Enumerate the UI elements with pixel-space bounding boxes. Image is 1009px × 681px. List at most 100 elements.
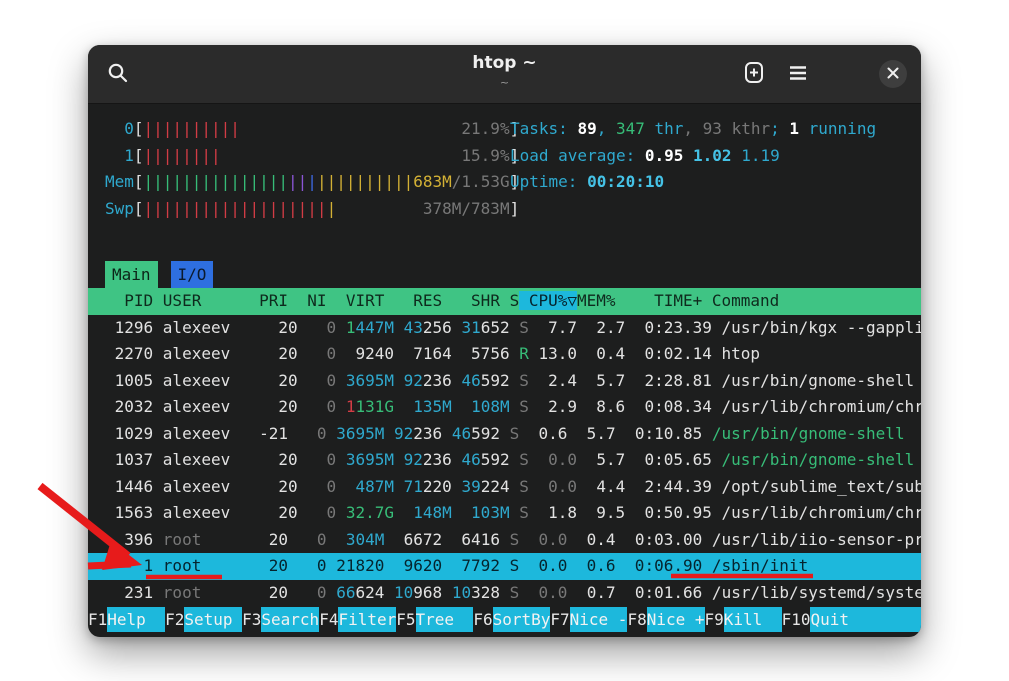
meter-label: 0 — [105, 116, 134, 143]
text-segment: 1 root 20 0 21820 9620 7792 S 0.0 0.6 0:… — [105, 556, 808, 575]
text-segment: S — [510, 318, 529, 337]
process-row-1296[interactable]: 1296 alexeev 20 0 1447M 43256 31652 S 7.… — [88, 315, 921, 342]
close-button[interactable] — [879, 60, 907, 88]
text-segment: 592 — [481, 371, 510, 390]
text-segment: 256 — [423, 318, 452, 337]
text-segment — [394, 450, 404, 469]
fnkey-F1-label[interactable]: Help — [107, 607, 165, 632]
tab-io[interactable]: I/O — [171, 261, 214, 288]
text-segment — [327, 583, 337, 602]
text-segment: 46 — [461, 371, 480, 390]
text-segment: 2.9 8.6 0:08.34 /usr/lib/chromium/chromi — [529, 397, 921, 416]
search-button[interactable] — [104, 60, 132, 88]
text-segment: 1037 alexeev 20 — [105, 450, 298, 469]
meter-bars: ||||||||||||||||||| — [144, 199, 327, 218]
text-segment: Tasks: — [510, 119, 577, 138]
fnkey-F2: F2 — [165, 607, 184, 632]
process-row-1005[interactable]: 1005 alexeev 20 0 3695M 92236 46592 S 2.… — [88, 368, 921, 395]
tab-main[interactable]: Main — [105, 261, 158, 288]
text-segment — [384, 424, 394, 443]
text-segment: 0 — [298, 371, 337, 390]
meter-bars: || — [288, 172, 307, 191]
text-segment: 0.6 5.7 0:10.85 — [519, 424, 702, 443]
text-segment: 592 — [481, 450, 510, 469]
fnkey-F6-label[interactable]: SortBy — [493, 607, 551, 632]
text-segment: S — [500, 530, 519, 549]
text-segment: S — [510, 397, 529, 416]
fnkey-F1: F1 — [88, 607, 107, 632]
new-tab-button[interactable] — [739, 59, 769, 89]
text-segment: S — [510, 477, 529, 496]
summary-line: Tasks: 89, 347 thr, 93 kthr; 1 running — [510, 116, 876, 143]
text-segment: 21.9% — [461, 119, 509, 138]
text-segment: 378M/783M — [423, 199, 510, 218]
text-segment: 1029 alexeev -21 — [105, 424, 288, 443]
text-segment — [394, 371, 404, 390]
process-row-231[interactable]: 231 root 20 0 66624 10968 10328 S 0.0 0.… — [88, 580, 921, 607]
meter-bars: |||||||| — [144, 146, 221, 165]
fnkey-F3: F3 — [242, 607, 261, 632]
meter-label: Swp — [105, 196, 134, 223]
function-key-bar: F1HelpF2SetupF3SearchF4FilterF5TreeF6Sor… — [88, 607, 921, 632]
fnkey-F2-label[interactable]: Setup — [184, 607, 242, 632]
process-row-2032[interactable]: 2032 alexeev 20 0 1131G 135M 108M S 2.9 … — [88, 394, 921, 421]
text-segment — [452, 318, 462, 337]
process-row-1029[interactable]: 1029 alexeev -21 0 3695M 92236 46592 S 0… — [88, 421, 921, 448]
text-segment: 1563 alexeev 20 — [105, 503, 298, 522]
fnkey-F9-label[interactable]: Kill — [724, 607, 782, 632]
hamburger-icon — [788, 65, 808, 84]
process-row-2270[interactable]: 2270 alexeev 20 0 9240 7164 5756 R 13.0 … — [88, 341, 921, 368]
text-segment: 46 — [461, 450, 480, 469]
text-segment: 0.95 — [645, 146, 684, 165]
fnkey-F9: F9 — [705, 607, 724, 632]
process-row-1[interactable]: 1 root 20 0 21820 9620 7792 S 0.0 0.6 0:… — [88, 553, 921, 580]
text-segment: 0 — [298, 503, 337, 522]
text-segment: 3695M — [336, 371, 394, 390]
text-segment: 224 — [481, 477, 510, 496]
fnkey-F4-label[interactable]: Filter — [338, 607, 396, 632]
text-segment: 3695M — [327, 424, 385, 443]
text-segment: R — [519, 344, 529, 363]
meter-bars: | — [327, 199, 337, 218]
meter-swp: Swp[||||||||||||||||||||378M/783M] — [88, 196, 921, 223]
text-segment: 624 — [355, 583, 384, 602]
fnkey-F5-label[interactable]: Tree — [416, 607, 474, 632]
text-segment: 396 — [105, 530, 163, 549]
text-segment — [394, 318, 404, 337]
text-segment: 00:20:10 — [587, 172, 664, 191]
fnkey-F10-label[interactable]: Quit — [810, 607, 921, 632]
text-segment: root — [163, 530, 202, 549]
fnkey-F3-label[interactable]: Search — [261, 607, 319, 632]
process-table-header[interactable]: PID USER PRI NI VIRT RES SHR S CPU%▽MEM%… — [88, 288, 921, 315]
text-segment: Load average: — [510, 146, 645, 165]
text-segment: 89 — [577, 119, 596, 138]
text-segment: /usr/bin/gnome-shell — [712, 450, 914, 469]
text-segment: 0 — [298, 344, 337, 363]
text-segment: 236 — [423, 371, 452, 390]
process-row-396[interactable]: 396 root 20 0 304M 6672 6416 S 0.0 0.4 0… — [88, 527, 921, 554]
text-segment: 1 — [789, 119, 799, 138]
process-row-1037[interactable]: 1037 alexeev 20 0 3695M 92236 46592 S 0.… — [88, 447, 921, 474]
fnkey-F7-label[interactable]: Nice - — [570, 607, 628, 632]
meter-label: Mem — [105, 169, 134, 196]
meter-bars: |||||||||| — [317, 172, 413, 191]
text-segment: 13.0 0.4 0:02.14 htop — [529, 344, 760, 363]
text-segment: 0.7 0:01.66 /usr/lib/systemd/systemd — [567, 583, 921, 602]
process-table: 1296 alexeev 20 0 1447M 43256 31652 S 7.… — [88, 315, 921, 607]
text-segment: 304M — [327, 530, 385, 549]
text-segment: 92 — [404, 450, 423, 469]
process-row-1446[interactable]: 1446 alexeev 20 0 487M 71220 39224 S 0.0… — [88, 474, 921, 501]
text-segment: , — [597, 119, 616, 138]
process-row-1563[interactable]: 1563 alexeev 20 0 32.7G 148M 103M S 1.8 … — [88, 500, 921, 527]
text-segment: 231 — [105, 583, 163, 602]
fnkey-F6: F6 — [473, 607, 492, 632]
titlebar[interactable]: htop ~ ~ — [88, 45, 921, 104]
text-segment: S — [510, 503, 529, 522]
text-segment: 328 — [471, 583, 500, 602]
text-segment: 447M — [355, 318, 394, 337]
fnkey-F8-label[interactable]: Nice + — [647, 607, 705, 632]
terminal-window: htop ~ ~ — [88, 45, 921, 637]
text-segment: S — [500, 583, 519, 602]
screen-tabs: Main I/O — [88, 261, 921, 288]
menu-button[interactable] — [783, 59, 813, 89]
